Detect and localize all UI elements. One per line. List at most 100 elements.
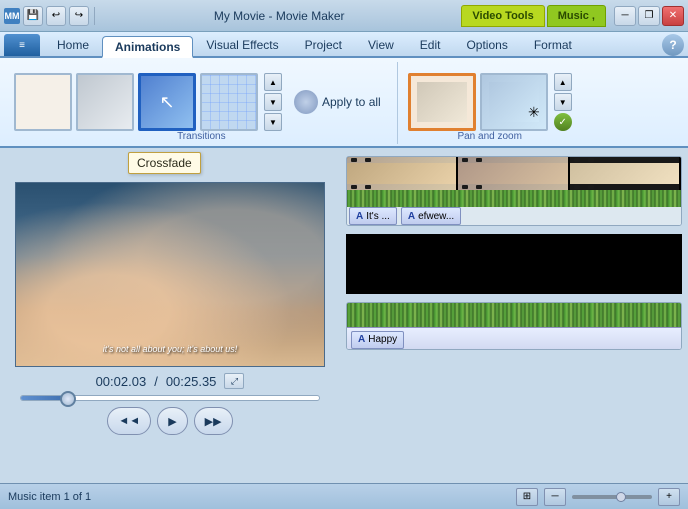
crossfade-tooltip: Crossfade bbox=[128, 152, 201, 174]
window-title: My Movie - Movie Maker bbox=[97, 9, 461, 23]
tab-format[interactable]: Format bbox=[521, 34, 585, 56]
title-bar: MM 💾 ↩ ↪ My Movie - Movie Maker Video To… bbox=[0, 0, 688, 32]
minimize-button[interactable]: ─ bbox=[614, 6, 636, 26]
quick-save-button[interactable]: 💾 bbox=[23, 6, 43, 26]
restore-button[interactable]: ❐ bbox=[638, 6, 660, 26]
seek-thumb[interactable] bbox=[60, 391, 76, 407]
time-display: 00:02.03 / 00:25.35 ⤢ bbox=[96, 373, 245, 389]
pz-scroll-up[interactable]: ▲ bbox=[554, 73, 572, 91]
music-wave-track bbox=[347, 303, 681, 327]
tab-visual-effects[interactable]: Visual Effects bbox=[193, 34, 291, 56]
pz-check-icon: ✓ bbox=[554, 113, 572, 131]
main-content: Crossfade it's not all about you; it's a… bbox=[0, 148, 688, 483]
video-tools-tab[interactable]: Video Tools bbox=[461, 5, 544, 27]
film-hole bbox=[588, 158, 594, 162]
split-view-button[interactable]: ⊞ bbox=[516, 488, 538, 506]
fast-forward-button[interactable]: ▶▶ bbox=[194, 407, 233, 435]
pan-zoom-section: ✳ ▲ ▼ ✓ Pan and zoom bbox=[400, 62, 580, 144]
transition-fade[interactable] bbox=[76, 73, 134, 131]
film-image-1 bbox=[347, 163, 456, 184]
title-separator bbox=[94, 7, 95, 25]
transitions-label: Transitions bbox=[177, 131, 226, 142]
pz-scroll-down[interactable]: ▼ bbox=[554, 93, 572, 111]
film-frame-3[interactable] bbox=[570, 157, 681, 190]
music-wave bbox=[347, 303, 681, 327]
film-hole bbox=[462, 158, 468, 162]
quick-redo-button[interactable]: ↪ bbox=[69, 6, 89, 26]
zoom-slider[interactable] bbox=[572, 495, 652, 499]
tab-options[interactable]: Options bbox=[453, 34, 520, 56]
music-tab[interactable]: Music , bbox=[547, 5, 606, 27]
quick-undo-button[interactable]: ↩ bbox=[46, 6, 66, 26]
pan-zoom-label: Pan and zoom bbox=[457, 131, 522, 142]
rewind-button[interactable]: ◄◄ bbox=[107, 407, 151, 435]
playback-controls: ◄◄ ▶ ▶▶ bbox=[107, 407, 232, 435]
film-hole bbox=[351, 158, 357, 162]
transitions-section: ↖ ▲ ▼ ▼ Apply to all Transitions bbox=[6, 62, 398, 144]
seek-fill bbox=[21, 396, 66, 400]
status-bar: Music item 1 of 1 ⊞ ─ + bbox=[0, 483, 688, 509]
text-clips: A It's ... A efwew... bbox=[347, 207, 681, 225]
film-image-2 bbox=[458, 163, 567, 184]
ribbon-content: ↖ ▲ ▼ ▼ Apply to all Transitions ✳ bbox=[0, 58, 688, 148]
film-image-3 bbox=[570, 163, 679, 184]
tab-view[interactable]: View bbox=[355, 34, 407, 56]
film-frame-2[interactable] bbox=[458, 157, 569, 190]
transition-slide[interactable]: ↖ bbox=[138, 73, 196, 131]
music-track: A Happy bbox=[346, 302, 682, 350]
black-video-block[interactable] bbox=[346, 234, 682, 294]
pan-zoom-thumb2[interactable]: ✳ bbox=[480, 73, 548, 131]
play-button[interactable]: ▶ bbox=[157, 407, 187, 435]
tab-home[interactable]: Home bbox=[44, 34, 102, 56]
zoom-thumb[interactable] bbox=[616, 492, 626, 502]
preview-overlay-text: it's not all about you; it's about us! bbox=[16, 344, 324, 354]
context-tabs: Video Tools Music , bbox=[461, 5, 606, 27]
pan-zoom-thumb1[interactable] bbox=[408, 73, 476, 131]
current-time: 00:02.03 bbox=[96, 374, 147, 389]
video-preview: it's not all about you; it's about us! bbox=[15, 182, 325, 367]
transition-none[interactable] bbox=[14, 73, 72, 131]
title-bar-left: MM 💾 ↩ ↪ bbox=[4, 6, 97, 26]
transition-items: ↖ ▲ ▼ ▼ Apply to all bbox=[14, 62, 389, 142]
status-text: Music item 1 of 1 bbox=[8, 491, 516, 503]
close-button[interactable]: ✕ bbox=[662, 6, 684, 26]
film-hole bbox=[365, 185, 371, 189]
seek-bar[interactable] bbox=[20, 395, 320, 401]
apply-all-button[interactable]: Apply to all bbox=[286, 86, 389, 118]
music-label: A Happy bbox=[347, 327, 681, 350]
film-hole bbox=[574, 185, 580, 189]
film-hole bbox=[365, 158, 371, 162]
application-menu-button[interactable]: ≡ bbox=[4, 34, 40, 56]
text-clip-2[interactable]: A efwew... bbox=[401, 207, 461, 225]
tab-edit[interactable]: Edit bbox=[407, 34, 454, 56]
tab-animations[interactable]: Animations bbox=[102, 36, 193, 58]
zoom-out-button[interactable]: ─ bbox=[544, 488, 566, 506]
audio-wave-track bbox=[347, 190, 681, 207]
transition-scroll: ▲ ▼ ▼ bbox=[264, 73, 282, 131]
help-button[interactable]: ? bbox=[662, 34, 684, 56]
pz-scroll: ▲ ▼ ✓ bbox=[554, 73, 572, 131]
status-right: ⊞ ─ + bbox=[516, 488, 680, 506]
film-hole bbox=[574, 158, 580, 162]
scroll-up-button[interactable]: ▲ bbox=[264, 73, 282, 91]
scroll-down-button[interactable]: ▼ bbox=[264, 93, 282, 111]
pan-zoom-preview1 bbox=[417, 82, 467, 122]
tab-project[interactable]: Project bbox=[292, 34, 355, 56]
apply-all-icon bbox=[294, 90, 318, 114]
transition-mosaic[interactable] bbox=[200, 73, 258, 131]
total-time: 00:25.35 bbox=[166, 374, 217, 389]
timeline-panel: A It's ... A efwew... A Happy bbox=[340, 148, 688, 483]
time-separator: / bbox=[154, 374, 158, 389]
music-badge[interactable]: A Happy bbox=[351, 331, 404, 349]
film-frame-1[interactable] bbox=[347, 157, 458, 190]
zoom-in-button[interactable]: + bbox=[658, 488, 680, 506]
expand-preview-button[interactable]: ⤢ bbox=[224, 373, 244, 389]
video-track: A It's ... A efwew... bbox=[346, 156, 682, 226]
window-controls: ─ ❐ ✕ bbox=[614, 6, 684, 26]
preview-panel: Crossfade it's not all about you; it's a… bbox=[0, 148, 340, 483]
film-hole bbox=[476, 158, 482, 162]
text-clip-1[interactable]: A It's ... bbox=[349, 207, 397, 225]
film-hole bbox=[351, 185, 357, 189]
scroll-more-button[interactable]: ▼ bbox=[264, 113, 282, 131]
film-strip bbox=[347, 157, 681, 190]
